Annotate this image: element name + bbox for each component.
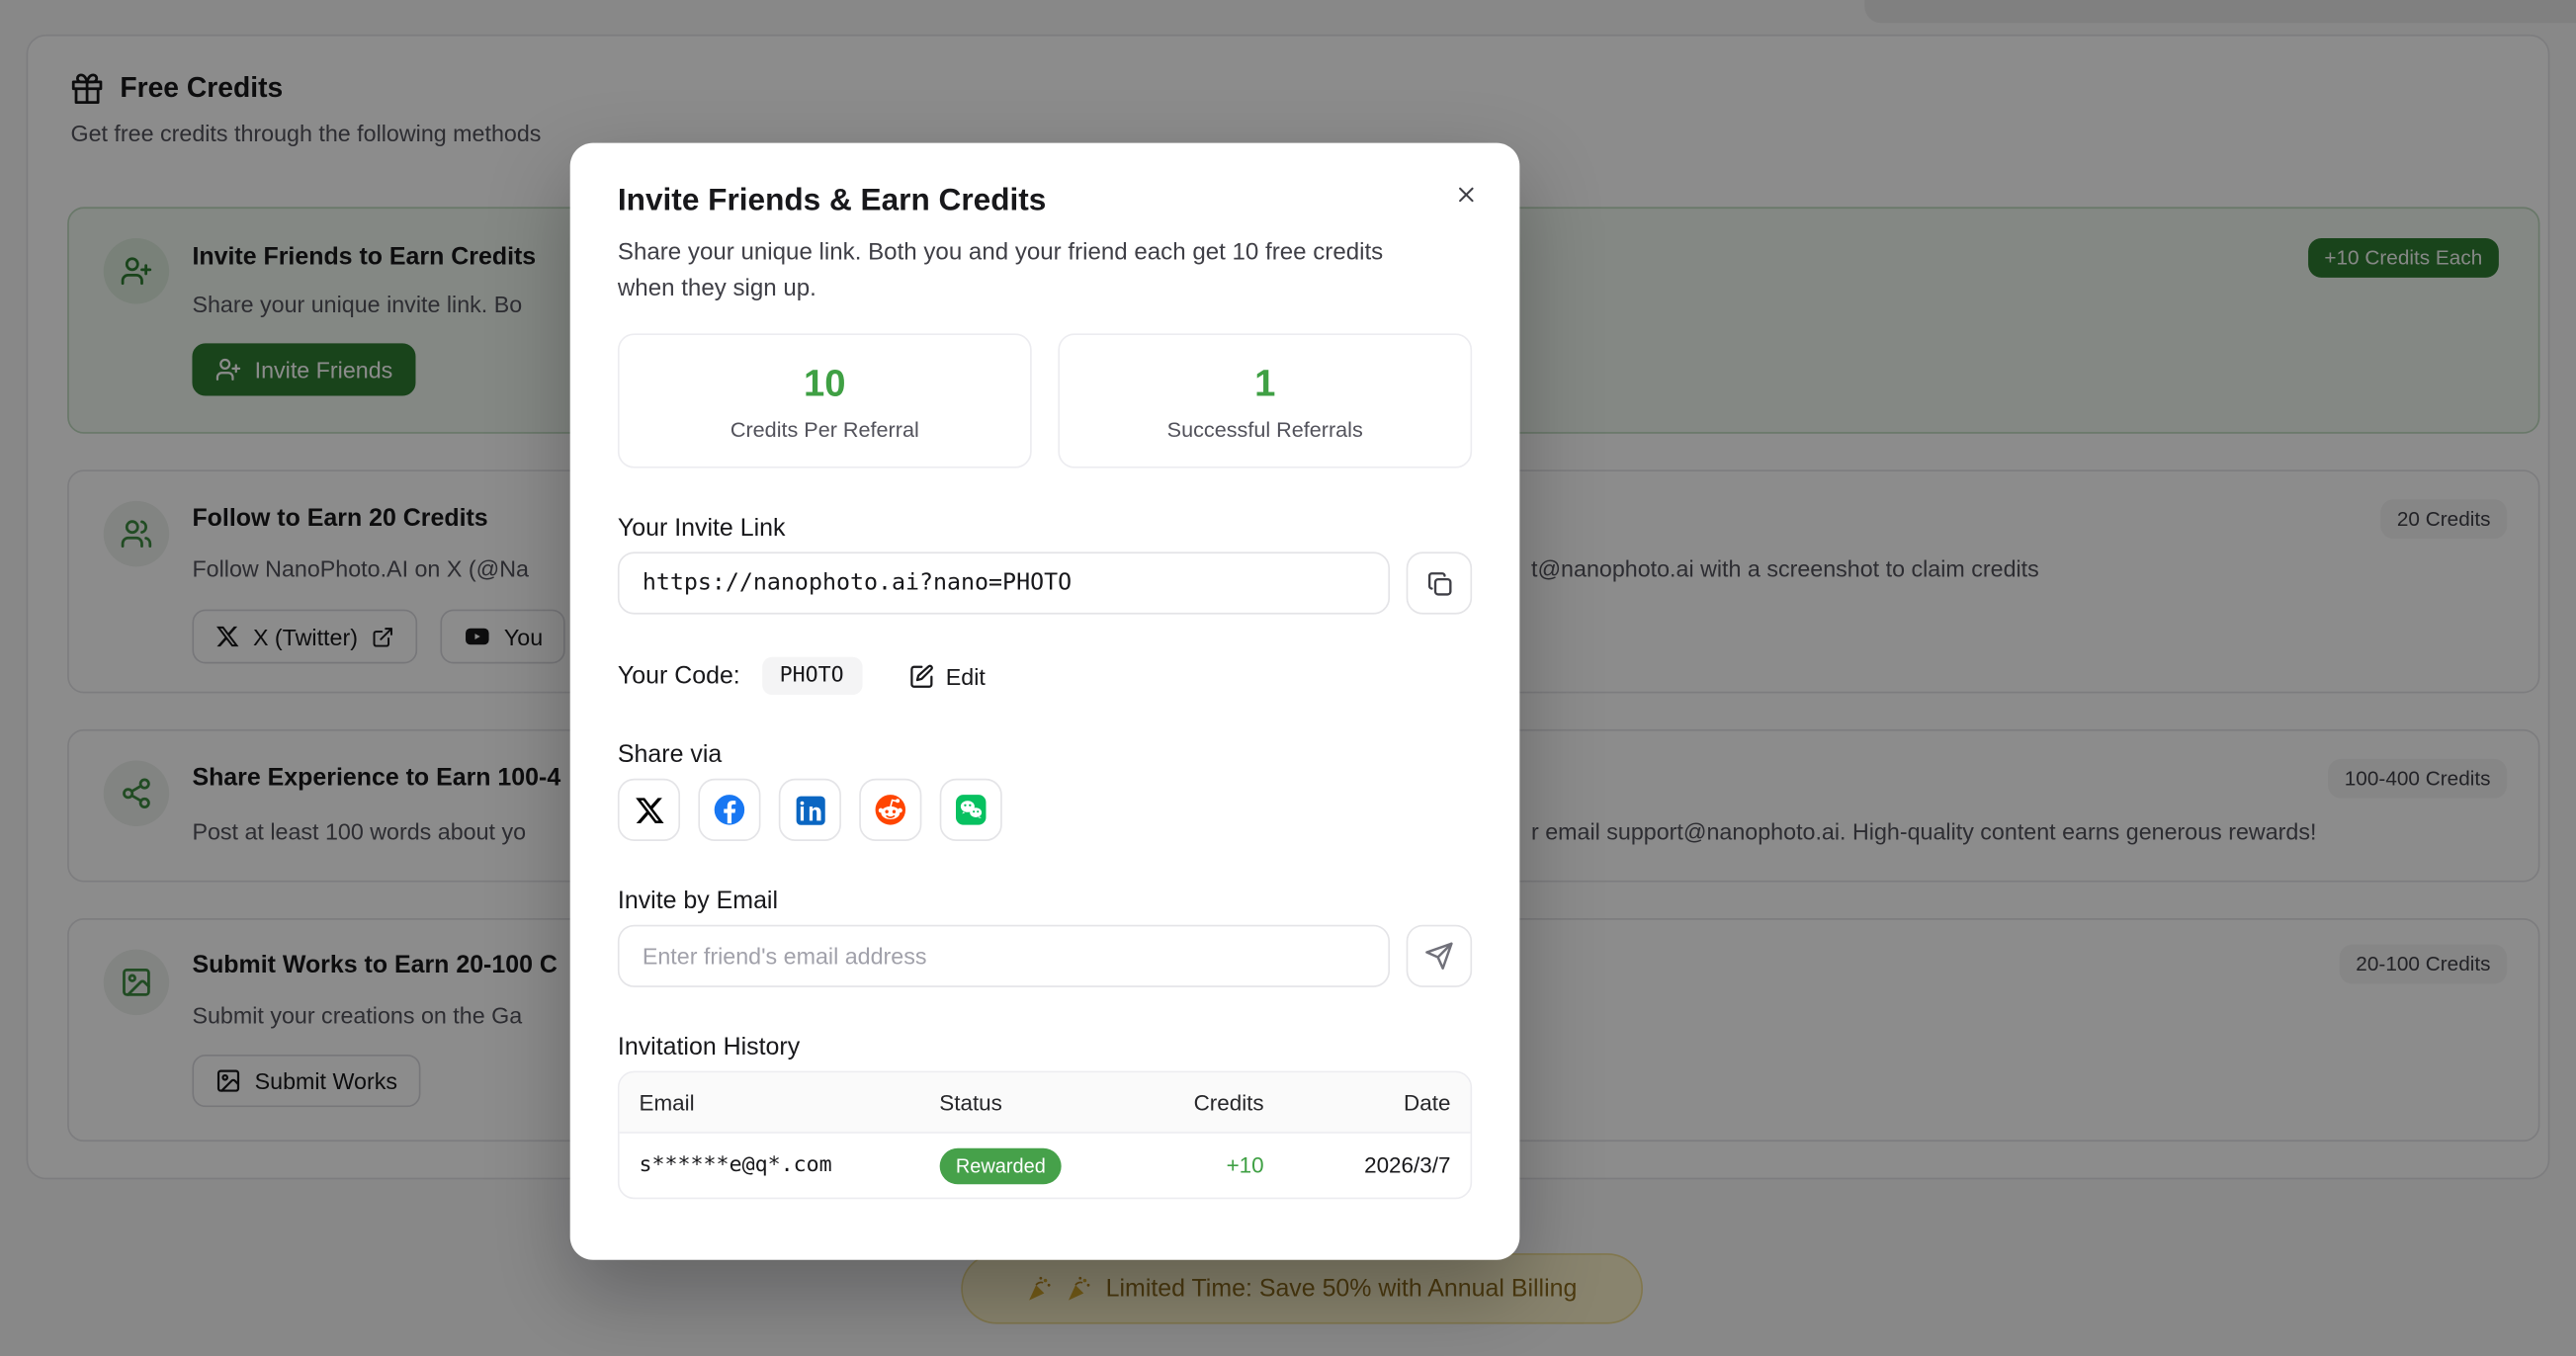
share-linkedin-button[interactable] <box>779 779 841 841</box>
close-icon[interactable] <box>1446 174 1486 213</box>
facebook-icon <box>712 792 748 828</box>
stat-value: 1 <box>1254 361 1275 405</box>
your-code-label: Your Code: <box>618 662 740 690</box>
table-row: s******e@q*.com Rewarded +10 2026/3/7 <box>620 1132 1471 1197</box>
share-facebook-button[interactable] <box>698 779 760 841</box>
col-credits: Credits <box>1134 1090 1263 1115</box>
reddit-icon <box>873 792 909 828</box>
edit-label: Edit <box>946 663 986 690</box>
invitation-history-label: Invitation History <box>618 1033 1472 1060</box>
modal-title: Invite Friends & Earn Credits <box>618 184 1472 220</box>
referral-stats: 10 Credits Per Referral 1 Successful Ref… <box>618 333 1472 467</box>
edit-code-button[interactable]: Edit <box>908 663 986 690</box>
share-reddit-button[interactable] <box>859 779 921 841</box>
send-invite-button[interactable] <box>1407 925 1472 987</box>
col-status: Status <box>939 1090 1134 1115</box>
copy-icon <box>1425 569 1453 597</box>
screen: Free Credits Get free credits through th… <box>0 0 2576 1356</box>
share-x-button[interactable] <box>618 779 680 841</box>
referral-code: PHOTO <box>761 657 862 695</box>
col-date: Date <box>1264 1090 1451 1115</box>
copy-button[interactable] <box>1407 551 1472 614</box>
invite-link-label: Your Invite Link <box>618 514 1472 542</box>
col-email: Email <box>640 1090 940 1115</box>
x-logo-icon <box>634 795 665 826</box>
friend-email-input[interactable] <box>618 925 1390 987</box>
invite-by-email-label: Invite by Email <box>618 887 1472 914</box>
share-via-label: Share via <box>618 741 1472 769</box>
modal-subtitle: Share your unique link. Both you and you… <box>618 235 1439 307</box>
invitation-history-table: Email Status Credits Date s******e@q*.co… <box>618 1071 1472 1200</box>
edit-pen-icon <box>908 663 935 690</box>
linkedin-icon <box>793 793 827 827</box>
table-header-row: Email Status Credits Date <box>620 1072 1471 1132</box>
share-wechat-button[interactable] <box>940 779 1002 841</box>
stat-label: Credits Per Referral <box>730 416 919 441</box>
row-email: s******e@q*.com <box>640 1153 940 1178</box>
invite-modal: Invite Friends & Earn Credits Share your… <box>570 143 1520 1260</box>
share-buttons <box>618 779 1472 841</box>
stat-credits-per-referral: 10 Credits Per Referral <box>618 333 1032 467</box>
status-badge: Rewarded <box>939 1147 1062 1184</box>
stat-label: Successful Referrals <box>1167 416 1363 441</box>
wechat-icon <box>953 792 989 828</box>
row-date: 2026/3/7 <box>1264 1153 1451 1178</box>
stat-successful-referrals: 1 Successful Referrals <box>1058 333 1472 467</box>
row-credits: +10 <box>1134 1153 1263 1178</box>
send-icon <box>1424 941 1454 971</box>
invite-link-input[interactable] <box>618 551 1390 614</box>
stat-value: 10 <box>804 361 846 405</box>
